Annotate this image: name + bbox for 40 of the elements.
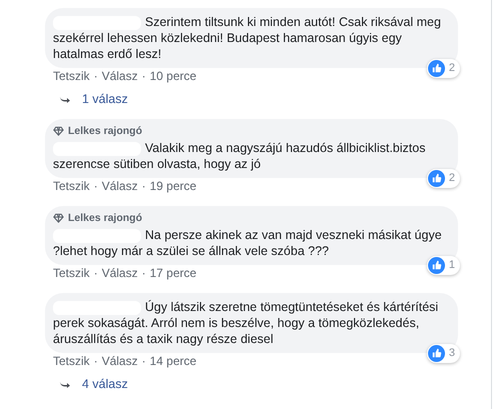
fan-label: Lelkes rajongó: [68, 125, 142, 137]
thumbs-up-icon: [428, 170, 445, 187]
comment-time: 17 perce: [150, 266, 196, 281]
comment-text: Valakik meg a nagyszájú hazudós állbiciklist.biztos szerencse sütiben olvasta, hogy az jó: [53, 140, 426, 172]
replies-link[interactable]: 4 válasz: [59, 377, 491, 392]
comment-text: Szerintem tiltsunk ki minden autót! Csak riksával meg szekérrel lehessen közlekedni! Budapest hamarosan úgyis egy hatalmas erdő lesz!: [53, 14, 442, 62]
separator-dot: ·: [94, 69, 98, 84]
comment-text: Na persze akinek az van majd veszneki másikat úgye ?lehet hogy már a szülei se állnak vele szóba ???: [53, 227, 443, 259]
action-link[interactable]: Válasz: [102, 266, 138, 281]
reply-arrow-icon: [59, 95, 70, 104]
separator-dot: ·: [94, 354, 98, 369]
thumbs-up-icon: [428, 257, 445, 274]
comment-text: Úgy látszik szeretne tömegtüntetéseket és kártérítési perek sokaságát. Arról nem is beszélve, hogy a tömegközlekedés, áruszállítás és a taxik nagy része diesel: [53, 299, 440, 347]
action-link[interactable]: Tetszik: [53, 354, 90, 369]
separator-dot: ·: [142, 69, 146, 84]
action-link[interactable]: Tetszik: [53, 266, 90, 281]
reaction-count[interactable]: 3: [426, 344, 460, 363]
separator-dot: ·: [142, 179, 146, 194]
comment-time: 14 perce: [150, 354, 196, 369]
action-link[interactable]: Válasz: [102, 69, 138, 84]
diamond-icon: [53, 213, 64, 223]
comment-time: 19 perce: [150, 179, 196, 194]
reply-arrow-icon: [59, 380, 70, 389]
action-link[interactable]: Tetszik: [53, 179, 90, 194]
reaction-count[interactable]: 2: [426, 59, 460, 78]
separator-dot: ·: [94, 179, 98, 194]
action-link[interactable]: Válasz: [102, 354, 138, 369]
separator-dot: ·: [142, 266, 146, 281]
thumbs-up-icon: [428, 60, 445, 77]
reaction-count[interactable]: 2: [426, 169, 460, 188]
action-link[interactable]: Válasz: [102, 179, 138, 194]
fan-label: Lelkes rajongó: [68, 212, 142, 224]
comment-time: 10 perce: [150, 69, 196, 84]
reaction-count[interactable]: 1: [426, 256, 460, 275]
replies-link[interactable]: 1 válasz: [59, 92, 491, 107]
action-link[interactable]: Tetszik: [53, 69, 90, 84]
separator-dot: ·: [94, 266, 98, 281]
separator-dot: ·: [142, 354, 146, 369]
thumbs-up-icon: [428, 345, 445, 362]
diamond-icon: [53, 126, 64, 136]
